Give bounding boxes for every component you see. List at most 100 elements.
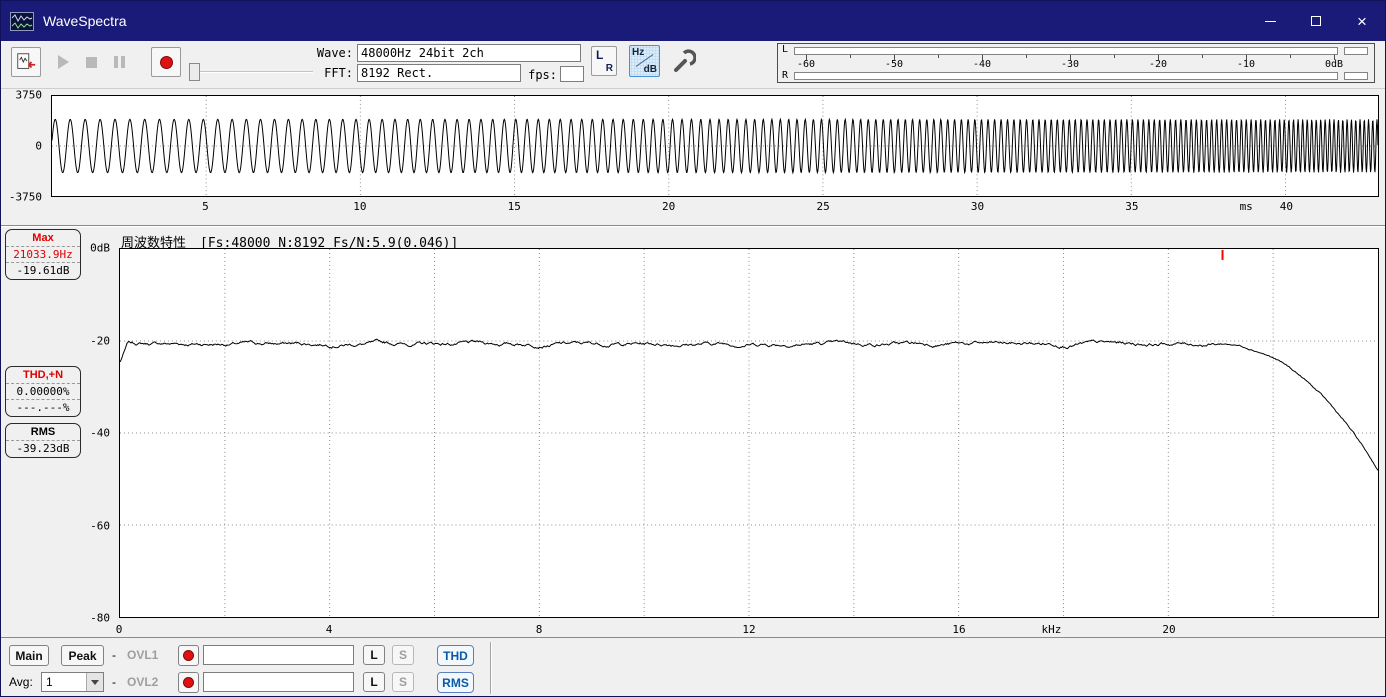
tick-label: -20 xyxy=(90,334,110,347)
dash-text: - xyxy=(112,675,116,689)
waveform-x-axis: 5 10 15 20 25 30 35 40 ms xyxy=(51,199,1379,215)
meter-tick xyxy=(1202,55,1203,58)
tick-label: 25 xyxy=(816,200,830,213)
stop-button[interactable] xyxy=(77,47,105,77)
fft-settings-field[interactable]: 8192 Rect. xyxy=(357,64,521,82)
avg-dropdown-arrow[interactable] xyxy=(86,673,103,691)
avg-value: 1 xyxy=(46,675,53,689)
tick-label: -80 xyxy=(90,611,110,625)
avg-select[interactable]: 1 xyxy=(41,672,104,692)
pause-button[interactable] xyxy=(105,47,133,77)
waveform-y-axis: 3750 0 -3750 xyxy=(1,89,47,204)
tick-label: 3750 xyxy=(15,88,43,102)
lr-r-label: R xyxy=(605,63,613,74)
stop-icon xyxy=(85,56,97,68)
app-icon xyxy=(10,11,34,31)
meter-tick xyxy=(938,55,939,58)
meter-scale: -60 -50 -40 -30 -20 -10 0dB xyxy=(797,55,1343,70)
bottom-panel: Main Peak - OVL1 L S THD Avg: 1 - OVL2 L… xyxy=(1,637,1385,696)
window-title: WaveSpectra xyxy=(43,13,127,29)
meter-tick xyxy=(1114,55,1115,58)
ovl1-l-button[interactable]: L xyxy=(363,645,385,665)
minimize-icon xyxy=(1264,20,1276,22)
tick-label: 20 xyxy=(662,200,676,213)
ovl1-record-button[interactable] xyxy=(178,645,199,666)
waveform-plot[interactable] xyxy=(51,95,1379,197)
tick-label: 5 xyxy=(202,200,209,213)
ovl2-record-button[interactable] xyxy=(178,672,199,693)
max-label: Max xyxy=(32,232,54,244)
minimize-button[interactable] xyxy=(1247,1,1293,41)
meter-scale-label: -40 xyxy=(972,59,992,70)
level-meter: L -60 -50 -40 -30 -20 -10 0dB R xyxy=(777,43,1375,83)
tick-label: 4 xyxy=(325,623,333,636)
tick-label: 35 xyxy=(1125,200,1139,213)
meter-l-peak-box xyxy=(1344,47,1368,55)
close-button[interactable]: × xyxy=(1339,1,1385,41)
position-slider[interactable] xyxy=(189,63,313,81)
wave-format-field: 48000Hz 24bit 2ch xyxy=(357,44,581,62)
ovl2-l-button[interactable]: L xyxy=(363,672,385,692)
ovl2-s-button[interactable]: S xyxy=(392,672,414,692)
ovl1-input[interactable] xyxy=(203,645,354,665)
tick-label: -60 xyxy=(90,519,110,532)
wavespectra-window: WaveSpectra × Wave: 48000Hz 24bit 2ch FF… xyxy=(0,0,1386,697)
ovl2-input[interactable] xyxy=(203,672,354,692)
thd-button[interactable]: THD xyxy=(437,645,474,666)
open-button[interactable] xyxy=(11,47,41,77)
fft-label: FFT: xyxy=(324,66,353,80)
ovl1-record-icon xyxy=(183,650,194,661)
db-label: dB xyxy=(643,64,657,75)
meter-tick xyxy=(1026,55,1027,58)
slider-groove xyxy=(189,71,313,73)
tick-label: 30 xyxy=(970,200,985,213)
meter-l-bar xyxy=(794,47,1338,55)
tick-label: 0 xyxy=(115,623,123,636)
open-file-icon xyxy=(17,53,36,69)
wave-label: Wave: xyxy=(316,46,353,60)
tick-label: kHz xyxy=(1041,623,1062,636)
meter-r-peak-box xyxy=(1344,72,1368,80)
tick-label: 10 xyxy=(353,200,367,213)
spectrum-y-axis: 0dB -20 -40 -60 -80 xyxy=(1,242,115,625)
lr-l-label: L xyxy=(596,48,604,62)
rms-button[interactable]: RMS xyxy=(437,672,474,693)
tick-label: ms xyxy=(1239,200,1253,213)
hz-db-scale-button[interactable]: Hz dB xyxy=(629,45,660,77)
titlebar[interactable]: WaveSpectra × xyxy=(1,1,1385,41)
play-icon xyxy=(57,55,69,69)
slider-thumb[interactable] xyxy=(189,63,200,81)
settings-wrench-button[interactable] xyxy=(667,45,699,77)
ovl1-s-button[interactable]: S xyxy=(392,645,414,665)
tick-label: -40 xyxy=(90,426,110,440)
tick-label: 20 xyxy=(1162,623,1176,636)
pause-icon xyxy=(113,56,125,68)
spectrum-plot[interactable] xyxy=(119,248,1379,618)
meter-tick xyxy=(1290,55,1291,58)
record-button[interactable] xyxy=(151,47,181,77)
meter-scale-label: -50 xyxy=(884,59,904,70)
maximize-icon xyxy=(1311,16,1321,26)
spectrum-panel: Max 21033.9Hz -19.61dB THD,+N 0.00000% -… xyxy=(1,226,1385,637)
wrench-icon xyxy=(674,49,696,72)
toolbar: Wave: 48000Hz 24bit 2ch FFT: 8192 Rect. … xyxy=(1,41,1385,89)
play-button[interactable] xyxy=(49,47,77,77)
meter-scale-label: -20 xyxy=(1148,59,1168,70)
tick-label: 40 xyxy=(1279,200,1293,213)
peak-button[interactable]: Peak xyxy=(61,645,104,666)
ovl1-label: OVL1 xyxy=(127,648,159,662)
tick-label: 0dB xyxy=(90,241,110,255)
channel-lr-button[interactable]: L R xyxy=(591,46,617,76)
tick-label: 12 xyxy=(742,623,756,636)
tick-label: 16 xyxy=(952,623,966,636)
meter-r-bar xyxy=(794,72,1338,80)
avg-label: Avg: xyxy=(9,675,33,689)
maximize-button[interactable] xyxy=(1293,1,1339,41)
ovl2-label: OVL2 xyxy=(127,675,159,689)
tick-label: 8 xyxy=(535,623,543,636)
fps-label: fps: xyxy=(528,68,557,82)
hz-label: Hz xyxy=(632,47,645,58)
main-button[interactable]: Main xyxy=(9,645,49,666)
waveform-panel: 3750 0 -3750 5 10 15 20 25 30 35 40 ms xyxy=(1,89,1385,226)
meter-scale-label: -30 xyxy=(1060,59,1080,70)
